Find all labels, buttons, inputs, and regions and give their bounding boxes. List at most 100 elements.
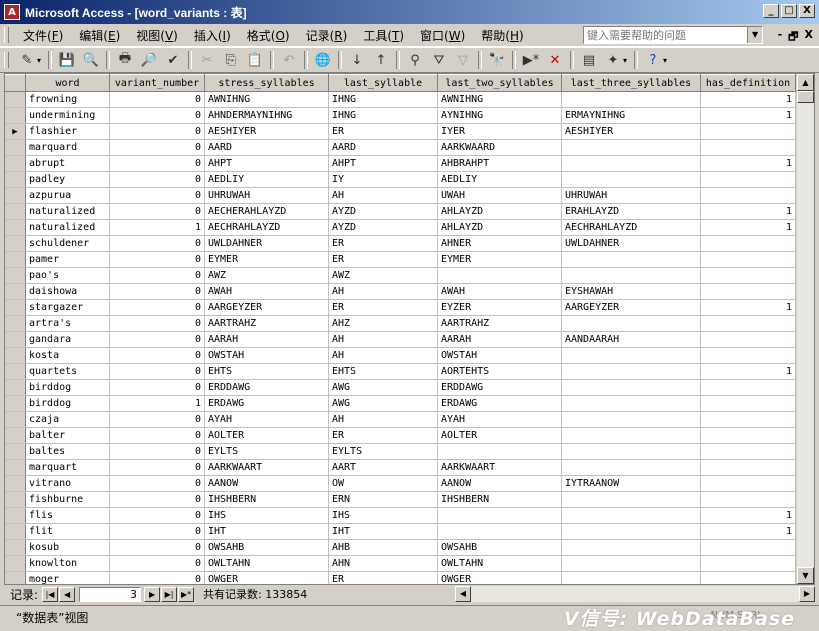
next-record-button[interactable]: ▶: [144, 586, 161, 602]
cell-last-syllable[interactable]: EYLTS: [328, 443, 438, 460]
cell-last-two-syllables[interactable]: [437, 443, 562, 460]
scroll-thumb[interactable]: [797, 91, 814, 103]
cell-last-three-syllables[interactable]: [561, 459, 701, 476]
cell-stress-syllables[interactable]: AWAH: [204, 283, 329, 300]
cell-stress-syllables[interactable]: AARTRAHZ: [204, 315, 329, 332]
save-icon[interactable]: 💾: [57, 50, 77, 70]
cell-variant-number[interactable]: 0: [109, 171, 205, 188]
cell-stress-syllables[interactable]: AARD: [204, 139, 329, 156]
cell-word[interactable]: quartets: [25, 363, 110, 380]
spelling-icon[interactable]: ✔: [163, 50, 183, 70]
database-window-icon[interactable]: ▤: [579, 50, 599, 70]
table-row[interactable]: knowlton 0 OWLTAHN AHN OWLTAHN: [5, 555, 796, 572]
cell-last-two-syllables[interactable]: ERDAWG: [437, 395, 562, 412]
cell-word[interactable]: vitrano: [25, 475, 110, 492]
cell-last-three-syllables[interactable]: [561, 91, 701, 108]
filter-by-form-icon[interactable]: ⛛: [429, 50, 449, 70]
cell-has-definition[interactable]: 1: [700, 507, 796, 524]
cell-last-two-syllables[interactable]: AANOW: [437, 475, 562, 492]
cell-stress-syllables[interactable]: ERDAWG: [204, 395, 329, 412]
cell-has-definition[interactable]: [700, 491, 796, 508]
scroll-down-arrow-icon[interactable]: ▼: [797, 567, 814, 584]
cell-word[interactable]: czaja: [25, 411, 110, 428]
column-header-variant-number[interactable]: variant_number: [109, 74, 205, 92]
scroll-left-arrow-icon[interactable]: ◀: [455, 586, 471, 602]
cell-last-syllable[interactable]: EHTS: [328, 363, 438, 380]
cell-stress-syllables[interactable]: AESHIYER: [204, 123, 329, 140]
table-row[interactable]: artra's 0 AARTRAHZ AHZ AARTRAHZ: [5, 315, 796, 332]
cell-last-three-syllables[interactable]: [561, 507, 701, 524]
cell-last-syllable[interactable]: AH: [328, 331, 438, 348]
row-selector[interactable]: [5, 155, 26, 172]
cell-word[interactable]: moger: [25, 571, 110, 584]
cell-last-two-syllables[interactable]: AHBRAHPT: [437, 155, 562, 172]
cell-last-two-syllables[interactable]: EYMER: [437, 251, 562, 268]
cell-variant-number[interactable]: 1: [109, 395, 205, 412]
cell-has-definition[interactable]: [700, 123, 796, 140]
vertical-scrollbar[interactable]: ▲ ▼: [796, 74, 814, 584]
cell-variant-number[interactable]: 0: [109, 475, 205, 492]
cell-word[interactable]: fishburne: [25, 491, 110, 508]
cell-word[interactable]: azpurua: [25, 187, 110, 204]
cell-word[interactable]: schuldener: [25, 235, 110, 252]
cell-has-definition[interactable]: [700, 539, 796, 556]
row-selector[interactable]: [5, 571, 26, 584]
close-button[interactable]: X: [799, 4, 815, 18]
table-row[interactable]: vitrano 0 AANOW OW AANOW IYTRAANOW: [5, 475, 796, 492]
table-row[interactable]: frowning 0 AWNIHNG IHNG AWNIHNG 1: [5, 91, 796, 108]
row-selector[interactable]: [5, 379, 26, 396]
table-row[interactable]: balter 0 AOLTER ER AOLTER: [5, 427, 796, 444]
cell-last-two-syllables[interactable]: EYZER: [437, 299, 562, 316]
cell-stress-syllables[interactable]: AECHERAHLAYZD: [204, 203, 329, 220]
cell-has-definition[interactable]: [700, 347, 796, 364]
cell-variant-number[interactable]: 0: [109, 315, 205, 332]
cell-last-two-syllables[interactable]: IYER: [437, 123, 562, 140]
cell-last-three-syllables[interactable]: ERAHLAYZD: [561, 203, 701, 220]
cell-last-syllable[interactable]: AARD: [328, 139, 438, 156]
cell-last-syllable[interactable]: AH: [328, 411, 438, 428]
cell-last-three-syllables[interactable]: [561, 251, 701, 268]
row-selector[interactable]: [5, 539, 26, 556]
cell-last-three-syllables[interactable]: [561, 267, 701, 284]
cell-has-definition[interactable]: [700, 571, 796, 584]
cell-last-three-syllables[interactable]: [561, 171, 701, 188]
row-selector[interactable]: [5, 363, 26, 380]
table-row[interactable]: undermining 0 AHNDERMAYNIHNG IHNG AYNIHNG ERM…: [5, 107, 796, 124]
toolbar-grip[interactable]: [4, 52, 9, 68]
menu-item-h[interactable]: 帮助(H): [473, 27, 531, 44]
cell-has-definition[interactable]: [700, 411, 796, 428]
cell-word[interactable]: frowning: [25, 91, 110, 108]
cell-last-two-syllables[interactable]: AARTRAHZ: [437, 315, 562, 332]
column-header-word[interactable]: word: [25, 74, 110, 92]
cell-stress-syllables[interactable]: UWLDAHNER: [204, 235, 329, 252]
table-row[interactable]: birddog 1 ERDAWG AWG ERDAWG: [5, 395, 796, 412]
cell-has-definition[interactable]: 1: [700, 299, 796, 316]
menu-grip[interactable]: [4, 27, 9, 43]
cell-stress-syllables[interactable]: EYLTS: [204, 443, 329, 460]
cell-stress-syllables[interactable]: AANOW: [204, 475, 329, 492]
table-row[interactable]: czaja 0 AYAH AH AYAH: [5, 411, 796, 428]
cell-word[interactable]: daishowa: [25, 283, 110, 300]
cell-stress-syllables[interactable]: EHTS: [204, 363, 329, 380]
cell-stress-syllables[interactable]: OWSTAH: [204, 347, 329, 364]
cell-variant-number[interactable]: 0: [109, 571, 205, 584]
cell-variant-number[interactable]: 0: [109, 459, 205, 476]
cell-last-syllable[interactable]: IHT: [328, 523, 438, 540]
last-record-button[interactable]: ▶|: [161, 586, 178, 602]
cell-last-three-syllables[interactable]: [561, 315, 701, 332]
cell-stress-syllables[interactable]: AHNDERMAYNIHNG: [204, 107, 329, 124]
cell-word[interactable]: abrupt: [25, 155, 110, 172]
cell-last-two-syllables[interactable]: AWAH: [437, 283, 562, 300]
table-row[interactable]: quartets 0 EHTS EHTS AORTEHTS 1: [5, 363, 796, 380]
menu-item-t[interactable]: 工具(T): [355, 27, 412, 44]
cell-last-syllable[interactable]: ER: [328, 427, 438, 444]
table-row[interactable]: baltes 0 EYLTS EYLTS: [5, 443, 796, 460]
table-row[interactable]: daishowa 0 AWAH AH AWAH EYSHAWAH: [5, 283, 796, 300]
cell-has-definition[interactable]: [700, 427, 796, 444]
cell-stress-syllables[interactable]: AOLTER: [204, 427, 329, 444]
cell-last-three-syllables[interactable]: EYSHAWAH: [561, 283, 701, 300]
table-row[interactable]: stargazer 0 AARGEYZER ER EYZER AARGEYZER 1: [5, 299, 796, 316]
toolbar-options-icon[interactable]: ▾: [663, 56, 671, 65]
chevron-down-icon[interactable]: ▼: [747, 27, 762, 43]
doc-minimize-button[interactable]: -: [778, 28, 783, 47]
